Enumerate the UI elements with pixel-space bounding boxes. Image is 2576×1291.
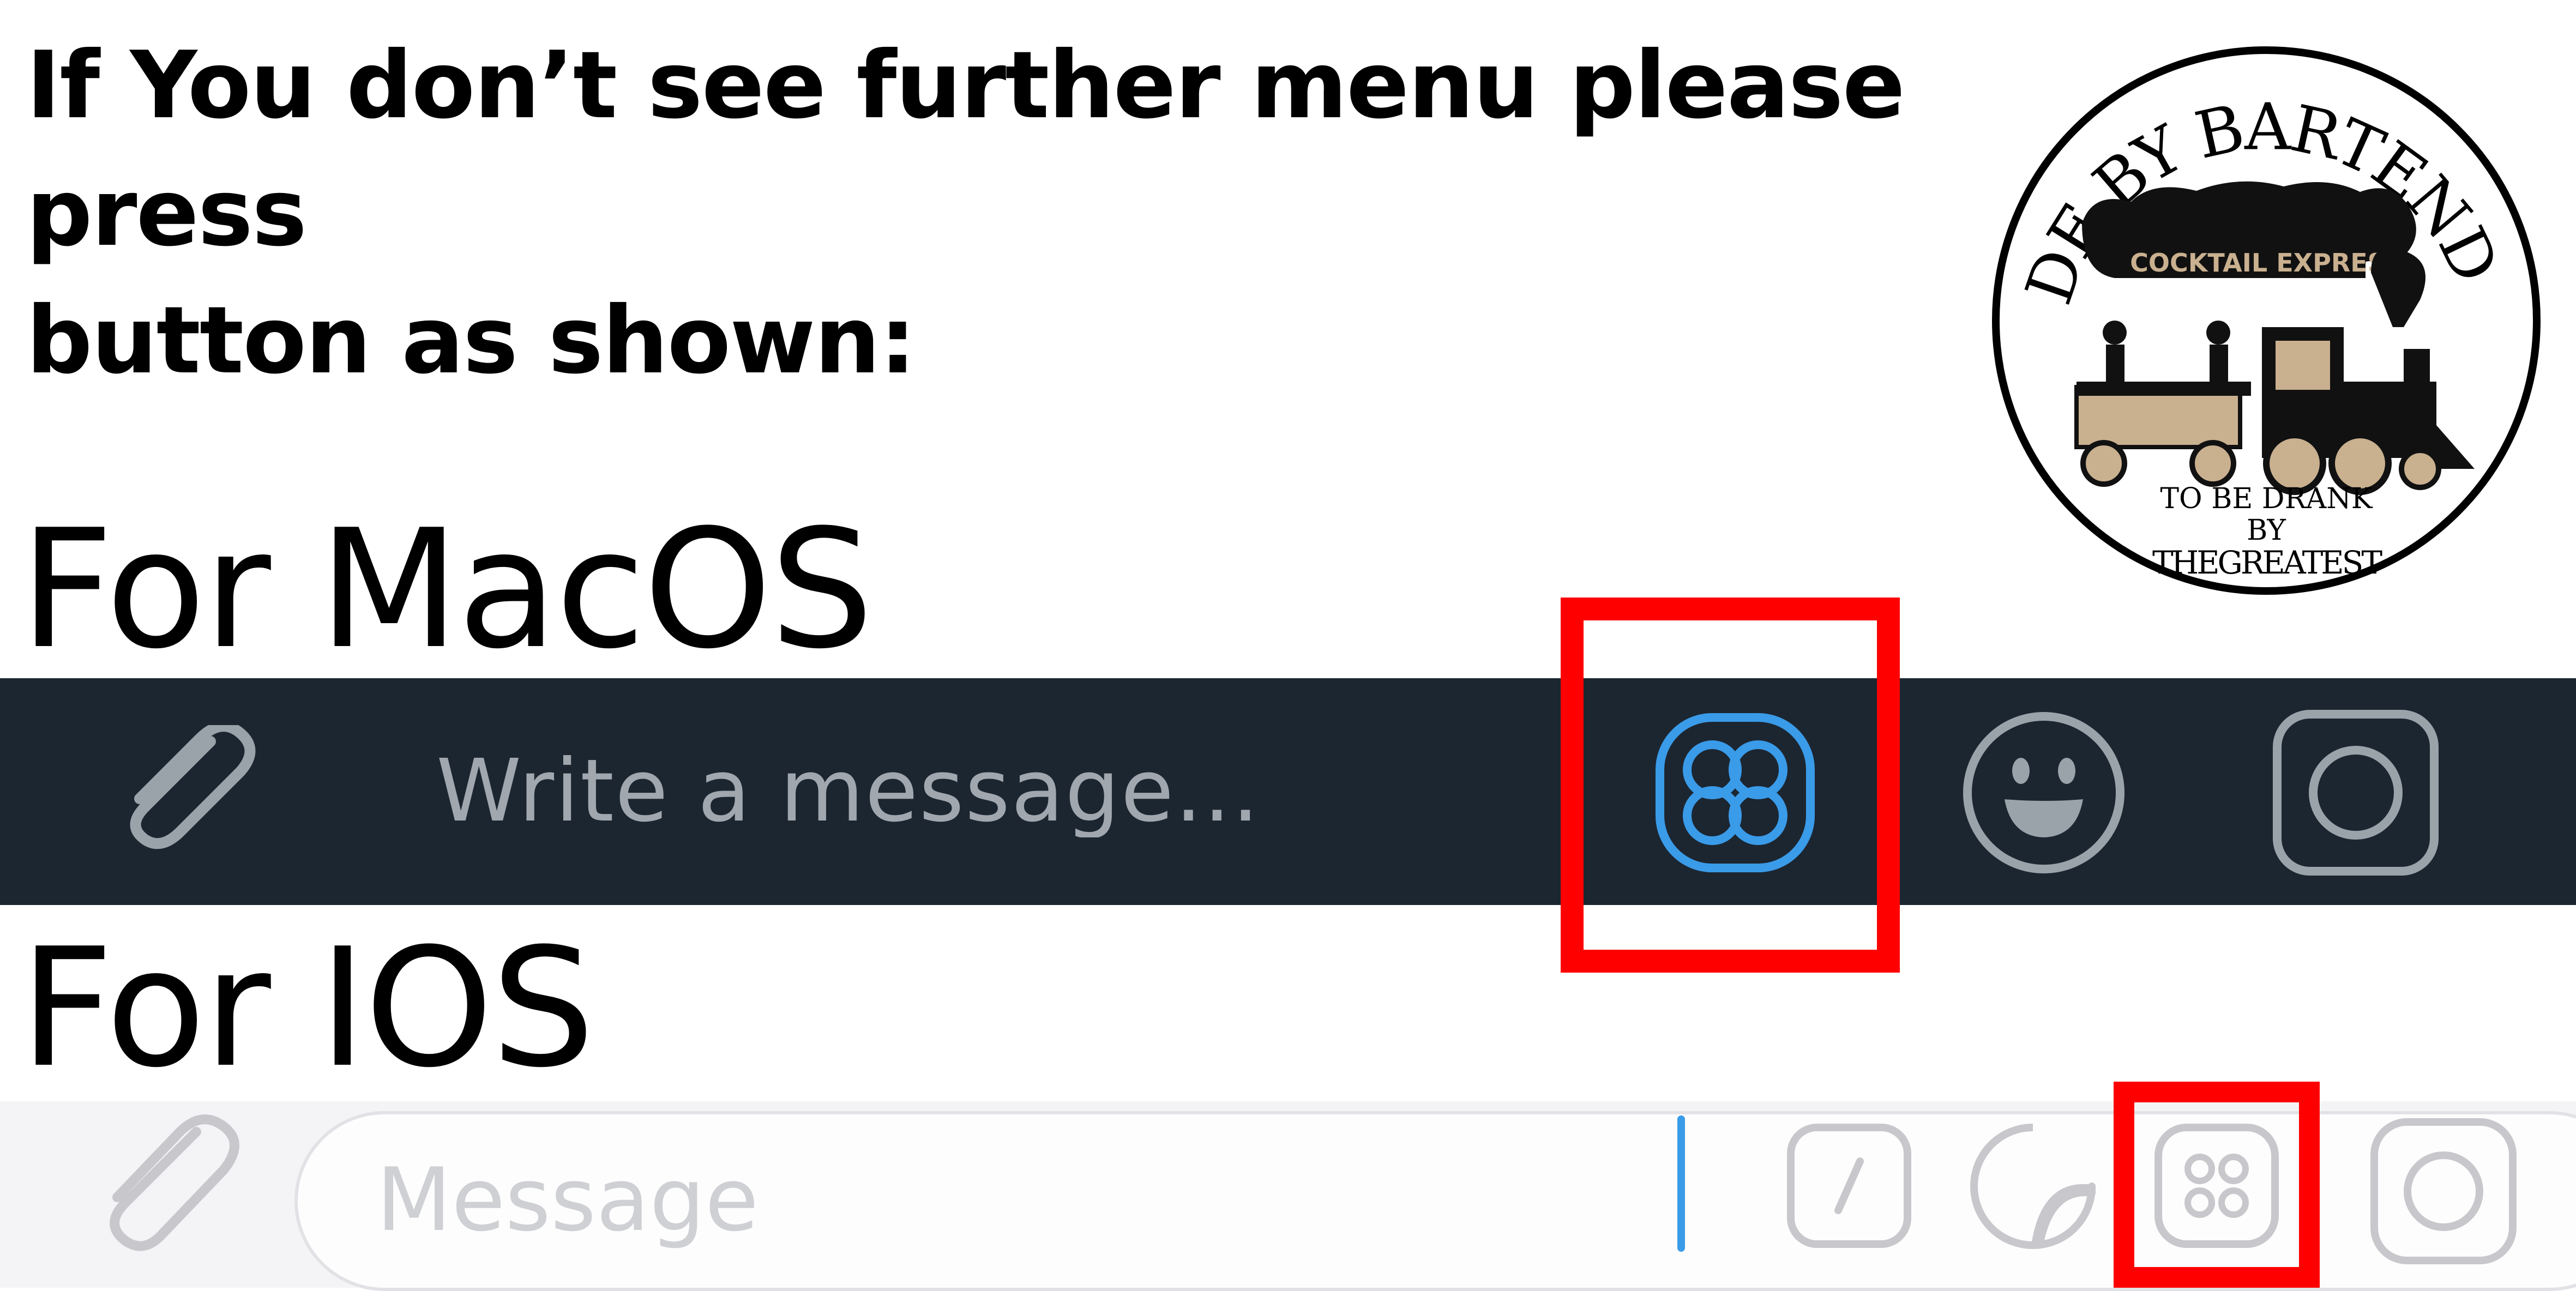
logo-line-1: TO BE DRANK: [2160, 482, 2373, 515]
instruction-line-2: button as shown:: [26, 287, 916, 395]
ios-message-input[interactable]: [376, 1150, 1031, 1248]
text-caret: [1677, 1115, 1685, 1252]
paperclip-icon[interactable]: [107, 725, 265, 861]
bot-menu-icon[interactable]: [1653, 711, 1817, 874]
emoji-icon[interactable]: [1962, 711, 2126, 874]
cocktail-express-logo: MADE BY BARTENDERS COCKTAIL EXPRESS TO B…: [1989, 44, 2541, 595]
macos-message-input[interactable]: [436, 745, 1309, 837]
ios-message-bar: [0, 1101, 2576, 1291]
macos-section-label: For MacOS: [20, 494, 874, 685]
instruction-text: If You don’t see further menu please pre…: [26, 22, 2055, 405]
logo-line-3: THEGREATEST: [2152, 544, 2382, 581]
sticker-icon[interactable]: [1969, 1122, 2097, 1251]
macos-message-bar: [0, 678, 2576, 905]
slash-command-icon[interactable]: [1786, 1123, 1912, 1248]
logo-line-2: BY: [2247, 514, 2286, 547]
instruction-line-1: If You don’t see further menu please pre…: [26, 32, 1905, 267]
camera-icon[interactable]: [2370, 1118, 2517, 1265]
ios-section-label: For IOS: [20, 913, 595, 1103]
bot-menu-icon[interactable]: [2154, 1123, 2279, 1248]
paperclip-icon[interactable]: [82, 1110, 245, 1268]
camera-icon[interactable]: [2272, 709, 2440, 877]
logo-banner: COCKTAIL EXPRESS: [2130, 248, 2403, 277]
